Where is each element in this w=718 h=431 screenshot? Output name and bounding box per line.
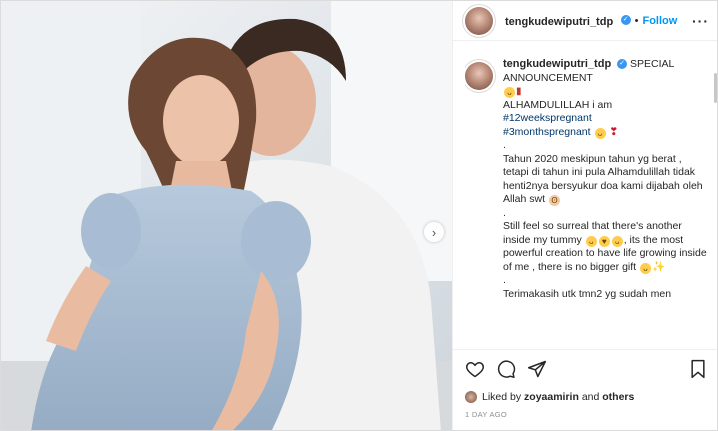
verified-badge-icon: ✓: [620, 15, 631, 26]
separator-dot: •: [634, 14, 639, 27]
caption-dot: .: [503, 206, 506, 219]
next-photo-button[interactable]: ›: [424, 222, 444, 242]
hashtag-link[interactable]: #12weekspregnant: [503, 112, 592, 124]
couple-photo-illustration: [1, 1, 452, 430]
bookmark-icon[interactable]: [689, 359, 707, 379]
smile-emoji-icon: ᴗ: [594, 127, 606, 139]
caption: tengkudewiputri_tdp ✓ SPECIAL ANNOUNCEME…: [465, 58, 711, 348]
bottle-emoji-icon: ▮: [516, 86, 522, 97]
heart-eyes-emoji-icon: ♥: [598, 235, 610, 247]
hands-emoji-icon: ʘ: [548, 195, 560, 206]
hashtag-link[interactable]: #3monthspregnant: [503, 126, 591, 138]
share-icon[interactable]: [527, 359, 547, 379]
comment-icon[interactable]: [496, 359, 516, 379]
instagram-post: › tengkudewiputri_tdp ✓ • Follow ··· ten…: [0, 0, 718, 431]
username-link[interactable]: tengkudewiputri_tdp: [505, 16, 613, 28]
heart-icon[interactable]: [465, 359, 485, 379]
smile-emoji-icon: ᴗ: [640, 262, 651, 274]
caption-avatar[interactable]: [465, 62, 493, 90]
caption-scrollbar[interactable]: [714, 73, 717, 103]
caption-username[interactable]: tengkudewiputri_tdp: [503, 58, 611, 70]
caption-paragraph: Terimakasih utk tmn2 yg sudah men: [503, 287, 672, 300]
liked-prefix: Liked by: [482, 391, 522, 403]
sparkles-emoji-icon: ✨: [652, 260, 666, 273]
follow-button[interactable]: Follow: [642, 15, 677, 27]
caption-text: tengkudewiputri_tdp ✓ SPECIAL ANNOUNCEME…: [503, 58, 709, 348]
baby-emoji-icon: ᴗ: [611, 235, 623, 247]
smile-emoji-icon: ᴗ: [504, 87, 515, 98]
crying-emoji-icon: ᴗ: [585, 235, 597, 247]
more-options-icon[interactable]: ···: [692, 13, 709, 29]
chevron-right-icon: ›: [431, 224, 437, 240]
post-photo[interactable]: ›: [1, 1, 452, 430]
post-timestamp[interactable]: 1 DAY AGO: [465, 410, 507, 419]
likes-summary: Liked by zoyaamirin and others: [465, 391, 634, 403]
liker-avatar[interactable]: [465, 391, 477, 403]
liked-suffix: and: [581, 391, 600, 403]
heart-emoji-icon: ❣: [609, 125, 619, 138]
caption-dot: .: [503, 274, 506, 286]
post-sidebar: tengkudewiputri_tdp ✓ • Follow ··· tengk…: [452, 1, 717, 430]
caption-line: ALHAMDULILLAH i am: [503, 98, 613, 111]
avatar[interactable]: [465, 6, 493, 35]
post-actions: Liked by zoyaamirin and others 1 DAY AGO: [453, 349, 717, 430]
liker-username[interactable]: zoyaamirin: [524, 391, 579, 403]
liked-others-link[interactable]: others: [602, 391, 634, 403]
caption-paragraph: Tahun 2020 meskipun tahun yg berat , tet…: [503, 152, 703, 206]
verified-badge-icon: ✓: [617, 59, 628, 70]
header-username[interactable]: tengkudewiputri_tdp ✓: [505, 12, 631, 30]
post-header: tengkudewiputri_tdp ✓ • Follow ···: [453, 1, 717, 41]
caption-dot: .: [503, 139, 506, 151]
